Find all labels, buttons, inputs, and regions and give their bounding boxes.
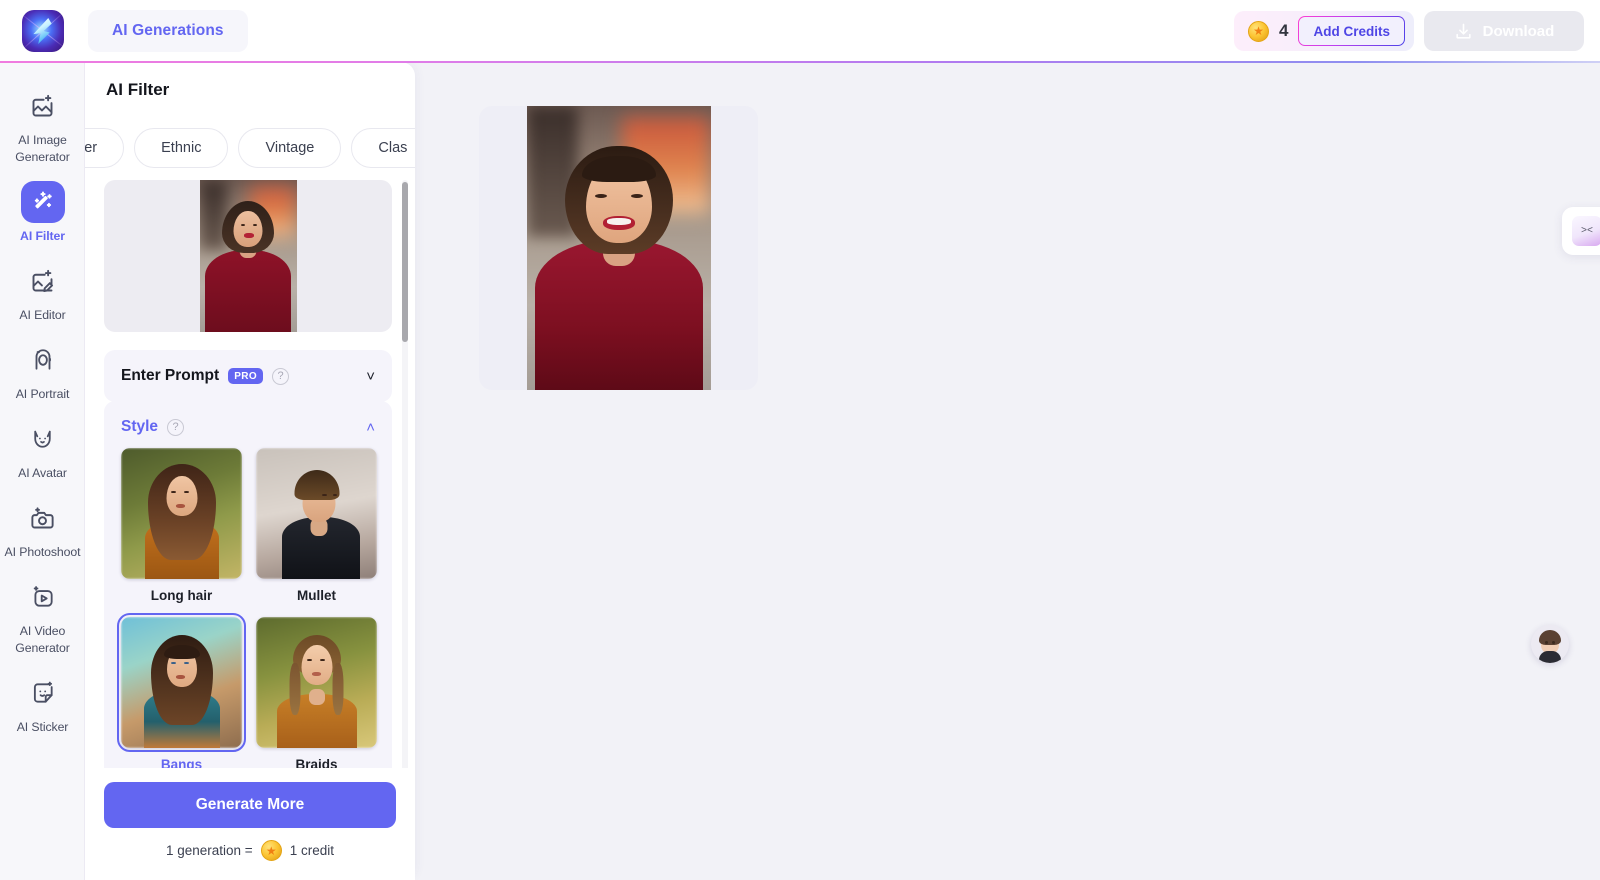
tab-label: aracter — [85, 140, 98, 156]
pro-badge: PRO — [228, 368, 264, 384]
panel-title: AI Filter — [106, 80, 170, 99]
sidebar-item-ai-video-generator[interactable]: AI Video Generator — [0, 567, 85, 663]
style-option-mullet[interactable]: Mullet — [256, 448, 377, 603]
tab-label: Ethnic — [161, 140, 202, 156]
style-option-long-hair[interactable]: Long hair — [121, 448, 242, 603]
panel-footer: Generate More 1 generation = ★ 1 credit — [85, 768, 415, 880]
style-section: Style ? ˄ Long hair Mullet Bangs Braids — [104, 401, 392, 786]
question-mark-icon[interactable]: ? — [167, 418, 185, 436]
tab-character[interactable]: aracter — [85, 128, 125, 168]
credits-pill: ★ 4 Add Credits — [1234, 11, 1414, 51]
sidebar-label: AI Portrait — [15, 387, 70, 401]
app-logo-icon[interactable] — [22, 10, 64, 52]
emoticon-face-icon: >< — [1572, 216, 1600, 246]
style-option-name: Mullet — [297, 588, 336, 603]
credit-note-prefix: 1 generation = — [166, 843, 253, 858]
download-icon — [1456, 23, 1471, 39]
enter-prompt-accordion[interactable]: Enter Prompt PRO ? ˅ — [104, 350, 392, 402]
panel-scrollbar-thumb[interactable] — [402, 182, 408, 342]
category-tabs[interactable]: aracter Ethnic Vintage Clas — [85, 120, 415, 176]
left-sidebar: AI Image Generator AI Filter AI Editor A… — [0, 62, 85, 880]
chevron-down-icon[interactable]: ˅ — [366, 369, 375, 384]
credit-note-suffix: 1 credit — [289, 843, 334, 858]
add-credits-label: Add Credits — [1313, 23, 1390, 39]
sidebar-item-ai-avatar[interactable]: AI Avatar — [0, 409, 85, 488]
style-thumbnail — [121, 448, 242, 579]
source-image-thumbnail — [199, 180, 297, 332]
generated-preview-image — [526, 106, 711, 390]
question-mark-icon[interactable]: ? — [272, 367, 290, 385]
image-pencil-icon — [21, 260, 65, 302]
add-credits-button[interactable]: Add Credits — [1298, 16, 1405, 46]
source-image-card[interactable] — [104, 180, 392, 332]
style-options-grid: Long hair Mullet Bangs Braids — [117, 448, 377, 772]
assistant-avatar-button[interactable] — [1531, 625, 1569, 663]
style-option-braids[interactable]: Braids — [256, 617, 377, 772]
style-option-bangs[interactable]: Bangs — [117, 613, 246, 772]
style-thumbnail — [117, 613, 246, 752]
coin-icon: ★ — [260, 840, 282, 861]
generated-result-card[interactable] — [479, 106, 758, 390]
sidebar-item-ai-photoshoot[interactable]: AI Photoshoot — [0, 488, 85, 567]
cat-avatar-icon — [21, 418, 65, 460]
header-gradient-divider — [0, 61, 1600, 63]
sidebar-item-ai-sticker[interactable]: AI Sticker — [0, 663, 85, 742]
generate-more-button[interactable]: Generate More — [104, 782, 396, 828]
chevron-up-icon[interactable]: ˄ — [366, 420, 375, 435]
sidebar-label: AI Image Generator — [15, 133, 70, 164]
sidebar-item-ai-editor[interactable]: AI Editor — [0, 251, 85, 330]
image-sparkle-icon — [21, 85, 65, 127]
tab-label: Clas — [378, 140, 408, 156]
style-option-name: Long hair — [150, 588, 213, 603]
top-header: AI Generations ★ 4 Add Credits Download — [0, 0, 1600, 62]
ai-generations-label: AI Generations — [112, 22, 224, 39]
tab-label: Vintage — [265, 140, 315, 156]
sidebar-label: AI Sticker — [16, 720, 69, 734]
tab-ethnic[interactable]: Ethnic — [134, 128, 229, 168]
magic-wand-icon — [20, 181, 65, 223]
credit-cost-note: 1 generation = ★ 1 credit — [104, 840, 396, 861]
portrait-frame-icon — [21, 339, 65, 381]
ai-filter-panel: AI Filter aracter Ethnic Vintage Clas — [85, 62, 415, 880]
assistant-avatar-icon — [1531, 625, 1569, 663]
credit-count: 4 — [1279, 21, 1289, 40]
style-accordion-header[interactable]: Style ? ˄ — [121, 401, 375, 448]
tab-vintage[interactable]: Vintage — [238, 128, 342, 168]
app-root: AI Generations ★ 4 Add Credits Download — [0, 0, 1600, 880]
sticker-smiley-icon — [21, 672, 65, 714]
style-thumbnail — [256, 617, 377, 748]
preview-canvas: >< — [415, 62, 1600, 880]
style-label: Style — [121, 418, 159, 435]
coin-icon: ★ — [1248, 20, 1270, 42]
sidebar-item-ai-image-generator[interactable]: AI Image Generator — [0, 76, 85, 172]
sidebar-item-ai-portrait[interactable]: AI Portrait — [0, 330, 85, 409]
side-emoticon-widget[interactable]: >< — [1562, 207, 1600, 255]
enter-prompt-label: Enter Prompt — [121, 367, 220, 384]
camera-sparkle-icon — [21, 497, 65, 539]
sidebar-label: AI Avatar — [18, 466, 67, 480]
ai-generations-tab[interactable]: AI Generations — [88, 10, 248, 52]
style-thumbnail — [256, 448, 377, 579]
sidebar-label: AI Photoshoot — [4, 545, 81, 559]
tab-classic[interactable]: Clas — [351, 128, 415, 168]
download-label: Download — [1482, 22, 1555, 40]
download-button[interactable]: Download — [1424, 11, 1584, 51]
sidebar-label: AI Editor — [19, 308, 66, 322]
sidebar-item-ai-filter[interactable]: AI Filter — [0, 172, 85, 251]
sidebar-label: AI Video Generator — [15, 624, 70, 655]
video-play-icon — [21, 576, 65, 618]
panel-scroll-area: Enter Prompt PRO ? ˅ Style ? ˄ Long hair… — [85, 172, 415, 832]
sidebar-label: AI Filter — [20, 229, 65, 243]
